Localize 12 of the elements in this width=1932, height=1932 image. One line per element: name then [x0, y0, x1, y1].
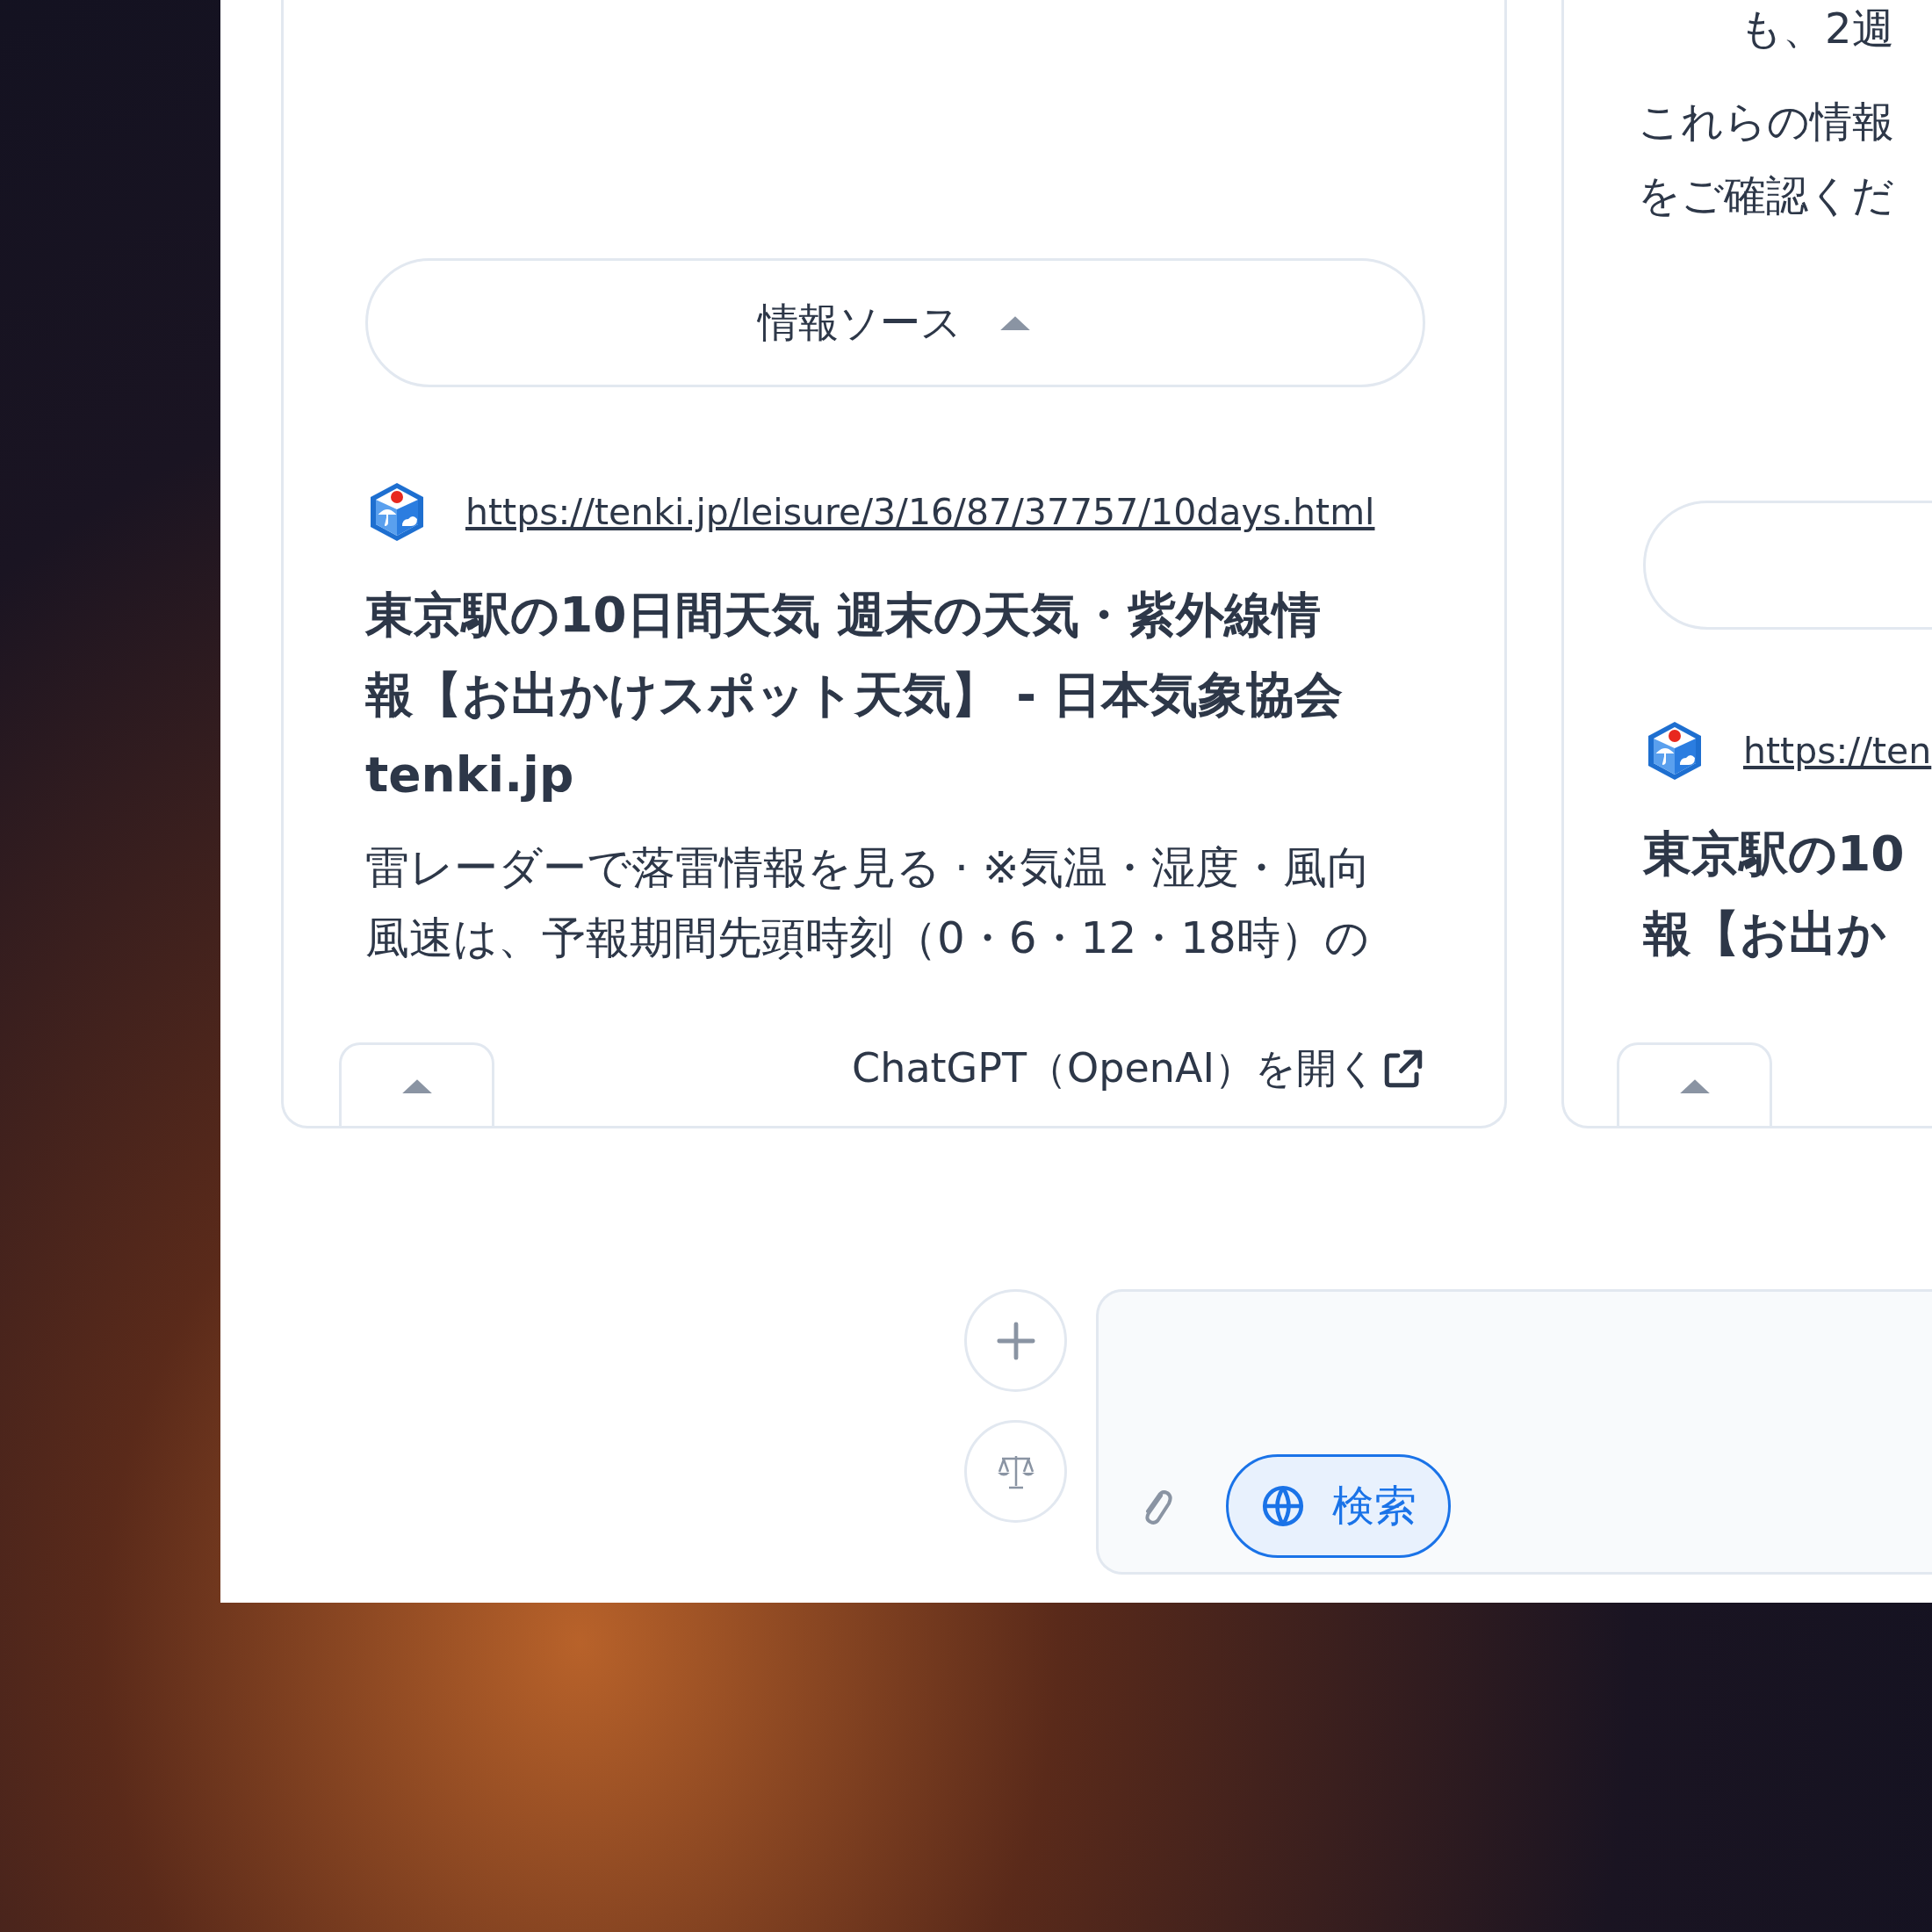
source-title: 東京駅の10 報【お出か [1643, 825, 1906, 963]
open-chatgpt-link[interactable]: ChatGPT（OpenAI）を開く [852, 1042, 1425, 1096]
search-toggle-button[interactable]: 検索 [1226, 1454, 1451, 1558]
globe-icon [1260, 1483, 1306, 1529]
source-url-link[interactable]: https://ten [1743, 730, 1932, 772]
source-snippet: 雷レーダーで落雷情報を見る · ※気温・湿度・風向 風速は、予報期間先頭時刻（0・6・12・18時）の [365, 841, 1372, 965]
source-title: 東京駅の10日間天気 週末の天気・紫外線情 報【お出かけスポット天気】 - 日本気象協会 tenki.jp [365, 586, 1344, 804]
answer-text: これらの情報 をご確認くだ [1637, 96, 1895, 221]
source-url-link[interactable]: https://tenki.jp/leisure/3/16/87/37757/10days.html [465, 491, 1375, 533]
sources-toggle-button[interactable]: 情報ソース [365, 258, 1425, 387]
message-field[interactable]: 検索 [1096, 1289, 1932, 1575]
answer-text: も、2週 [1739, 3, 1895, 54]
